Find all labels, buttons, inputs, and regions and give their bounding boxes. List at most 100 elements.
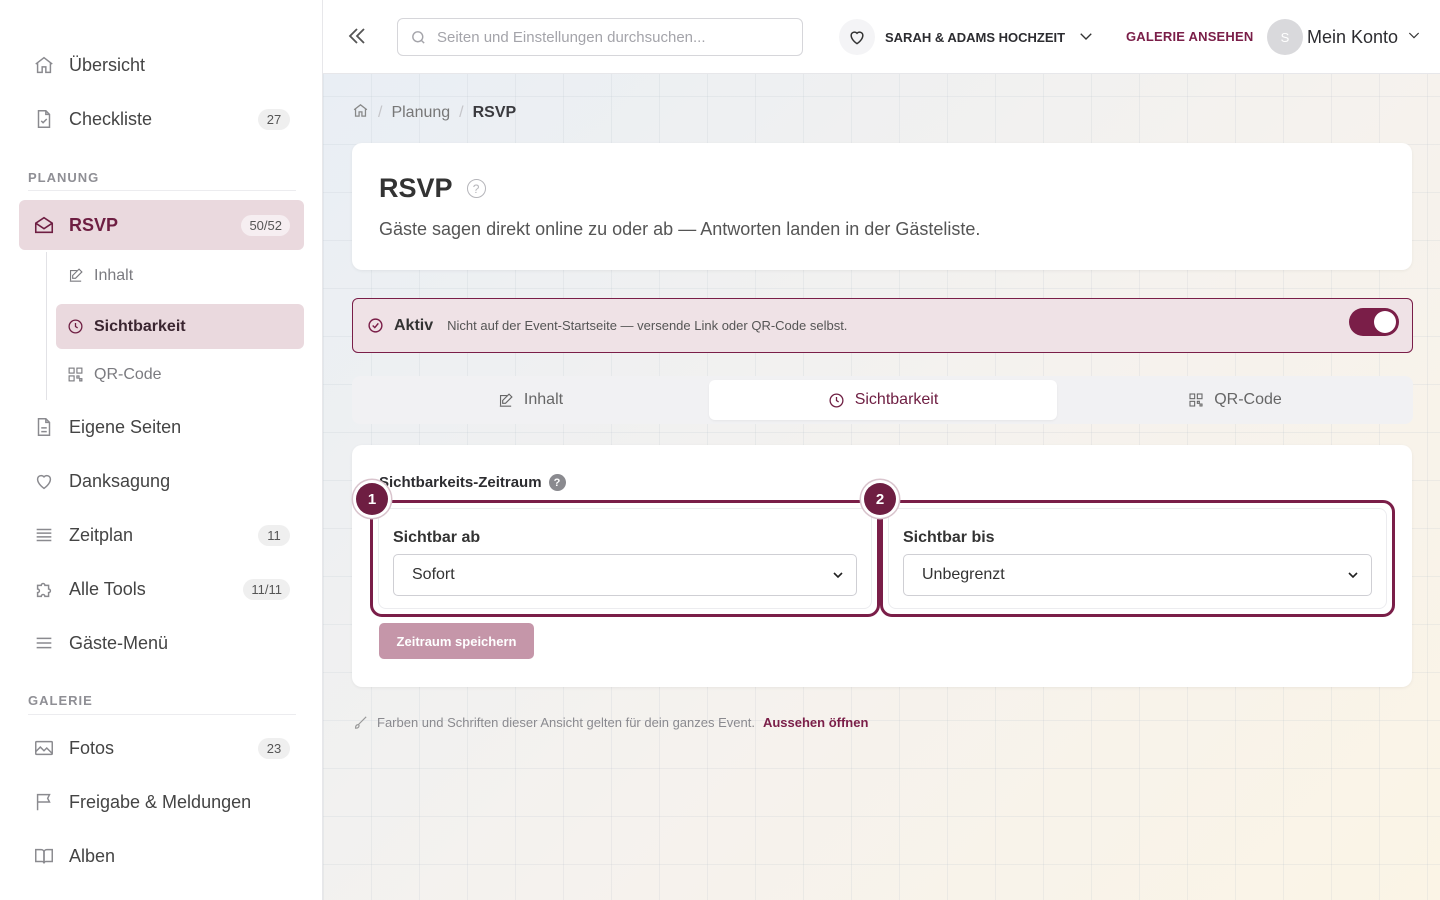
qr-code-icon xyxy=(1188,392,1204,408)
help-icon[interactable]: ? xyxy=(466,179,486,198)
field-inner: Sichtbar bis Unbegrenzt xyxy=(888,508,1387,609)
breadcrumb: / Planung / RSVP xyxy=(352,102,516,124)
submenu-line xyxy=(46,252,47,400)
collapse-sidebar-button[interactable] xyxy=(345,24,369,48)
visible-from-select[interactable]: Sofort xyxy=(393,554,857,596)
brush-icon xyxy=(352,714,369,731)
field-label: Sichtbar ab xyxy=(393,529,481,546)
step-marker-1: 1 xyxy=(356,483,388,515)
check-circle-icon xyxy=(367,317,384,334)
topbar: SARAH & ADAMS HOCHZEIT GALERIE ANSEHEN S… xyxy=(323,0,1440,74)
sidebar-item-approval[interactable]: Freigabe & Meldungen xyxy=(19,777,304,827)
flag-icon xyxy=(33,791,55,813)
qr-code-icon xyxy=(66,366,84,384)
sidebar-subitem-label: Inhalt xyxy=(94,266,134,284)
sidebar-item-guest-menu[interactable]: Gäste-Menü xyxy=(19,618,304,668)
home-icon xyxy=(33,54,55,76)
section-label-gallery: GALERIE xyxy=(28,693,93,708)
visible-until-select[interactable]: Unbegrenzt xyxy=(903,554,1372,596)
sidebar-item-label: Alben xyxy=(69,845,116,866)
open-appearance-link[interactable]: Aussehen öffnen xyxy=(763,715,868,730)
sidebar-item-label: Zeitplan xyxy=(69,524,134,545)
edit-icon xyxy=(66,267,84,285)
page-title-text: RSVP xyxy=(379,173,453,203)
main-content: SARAH & ADAMS HOCHZEIT GALERIE ANSEHEN S… xyxy=(323,0,1440,900)
field-inner: Sichtbar ab Sofort xyxy=(378,508,872,609)
section-title-text: Sichtbarkeits-Zeitraum xyxy=(379,474,542,491)
breadcrumb-separator: / xyxy=(459,104,464,121)
event-selector[interactable]: SARAH & ADAMS HOCHZEIT xyxy=(839,18,1095,56)
sidebar-item-all-tools[interactable]: Alle Tools 11/11 xyxy=(19,564,304,614)
search-input[interactable] xyxy=(437,28,797,46)
visibility-card: Sichtbarkeits-Zeitraum ? Sichtbar ab Sof… xyxy=(352,445,1412,687)
divider xyxy=(28,714,296,715)
sidebar-item-label: Fotos xyxy=(69,737,115,758)
sidebar-item-label: Freigabe & Meldungen xyxy=(69,791,252,812)
envelope-open-icon xyxy=(33,214,55,236)
sidebar-item-checklist[interactable]: Checkliste 27 xyxy=(19,94,304,144)
sidebar-subitem-visibility[interactable]: Sichtbarkeit xyxy=(56,304,304,349)
chevron-down-icon xyxy=(1077,27,1095,48)
view-gallery-link[interactable]: GALERIE ANSEHEN xyxy=(1126,29,1253,44)
sidebar-item-label: Checkliste xyxy=(69,108,153,129)
save-period-button[interactable]: Zeitraum speichern xyxy=(379,623,534,659)
sidebar-subitem-label: QR-Code xyxy=(94,365,162,383)
select-value: Unbegrenzt xyxy=(922,566,1005,583)
search-box[interactable] xyxy=(397,18,803,56)
help-icon[interactable]: ? xyxy=(548,474,566,491)
double-chevron-left-icon xyxy=(348,28,365,44)
sidebar-subitem-content[interactable]: Inhalt xyxy=(56,253,304,298)
field-label: Sichtbar bis xyxy=(903,529,995,546)
tab-label: Inhalt xyxy=(523,391,564,408)
tab-content[interactable]: Inhalt xyxy=(356,380,704,420)
section-label-planning: PLANUNG xyxy=(28,170,100,185)
section-title: Sichtbarkeits-Zeitraum ? xyxy=(379,474,566,491)
clock-icon xyxy=(828,392,845,409)
tab-label: Sichtbarkeit xyxy=(854,391,939,408)
page-title: RSVP ? xyxy=(379,173,486,204)
sidebar-item-albums[interactable]: Alben xyxy=(19,831,304,881)
sidebar-item-rsvp[interactable]: RSVP 50/52 xyxy=(19,200,304,250)
tab-visibility[interactable]: Sichtbarkeit xyxy=(709,380,1057,420)
active-toggle[interactable] xyxy=(1349,308,1399,336)
tab-qrcode[interactable]: QR-Code xyxy=(1061,380,1409,420)
page-description: Gäste sagen direkt online zu oder ab — A… xyxy=(379,219,981,239)
document-icon xyxy=(33,416,55,438)
sidebar-item-photos[interactable]: Fotos 23 xyxy=(19,723,304,773)
sidebar-subitem-qrcode[interactable]: QR-Code xyxy=(56,352,304,397)
sidebar-item-schedule[interactable]: Zeitplan 11 xyxy=(19,510,304,560)
list-icon xyxy=(33,524,55,546)
sidebar: Übersicht Checkliste 27 PLANUNG RSVP 50/… xyxy=(0,0,323,900)
count-badge: 11/11 xyxy=(243,578,290,600)
chevron-down-icon xyxy=(1406,27,1422,48)
tab-bar: Inhalt Sichtbarkeit QR-Code xyxy=(352,376,1413,424)
sidebar-item-overview[interactable]: Übersicht xyxy=(19,40,304,90)
home-icon[interactable] xyxy=(352,102,369,124)
visible-from-field: Sichtbar ab Sofort xyxy=(370,500,880,617)
chevron-down-icon xyxy=(1345,567,1361,588)
breadcrumb-separator: / xyxy=(378,104,383,121)
status-banner: Aktiv Nicht auf der Event-Startseite — v… xyxy=(352,298,1413,353)
sidebar-item-label: Gäste-Menü xyxy=(69,632,169,653)
count-badge: 50/52 xyxy=(241,214,290,236)
chevron-down-icon xyxy=(830,567,846,588)
sidebar-item-label: Eigene Seiten xyxy=(69,416,182,437)
sidebar-item-label: RSVP xyxy=(69,214,119,235)
account-label: Mein Konto xyxy=(1307,26,1399,47)
search-icon xyxy=(412,30,425,44)
sidebar-item-label: Übersicht xyxy=(69,54,146,75)
puzzle-icon xyxy=(33,578,55,600)
breadcrumb-planning[interactable]: Planung xyxy=(391,104,450,122)
menu-icon xyxy=(33,632,55,654)
count-badge: 23 xyxy=(258,737,290,759)
footer-note: Farben und Schriften dieser Ansicht gelt… xyxy=(352,714,868,731)
sidebar-item-thanks[interactable]: Danksagung xyxy=(19,456,304,506)
account-menu[interactable]: S Mein Konto xyxy=(1267,18,1422,56)
visible-until-field: Sichtbar bis Unbegrenzt xyxy=(880,500,1395,617)
breadcrumb-current: RSVP xyxy=(472,104,517,121)
status-text: Nicht auf der Event-Startseite — versend… xyxy=(447,318,848,333)
step-marker-2: 2 xyxy=(864,483,896,515)
sidebar-item-custom-pages[interactable]: Eigene Seiten xyxy=(19,402,304,452)
heart-icon xyxy=(33,470,55,492)
status-label: Aktiv xyxy=(394,316,434,334)
